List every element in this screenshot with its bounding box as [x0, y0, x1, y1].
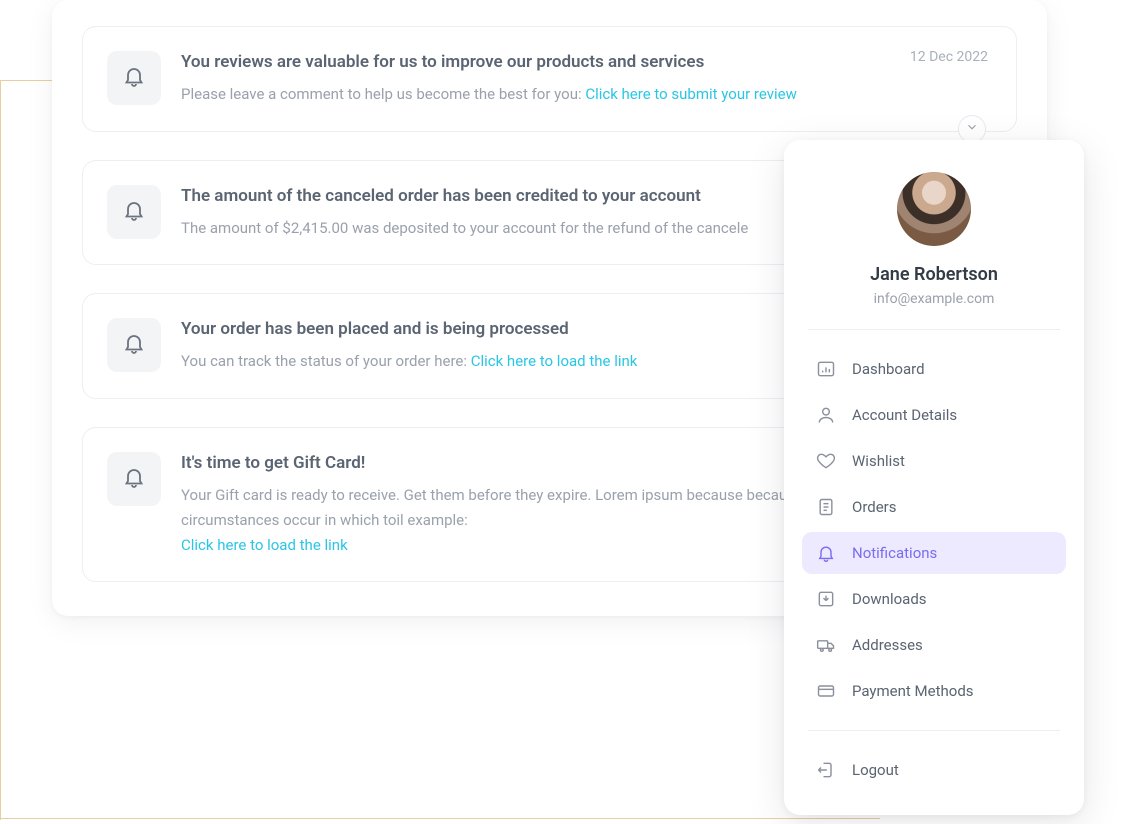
- notification-item: You reviews are valuable for us to impro…: [82, 26, 1017, 132]
- dashboard-icon: [816, 359, 836, 379]
- nav-label: Logout: [852, 761, 899, 779]
- notification-text-prefix: Please leave a comment to help us become…: [181, 85, 585, 103]
- bell-icon: [122, 198, 146, 226]
- notification-link[interactable]: Click here to load the link: [181, 536, 348, 554]
- bell-icon: [122, 331, 146, 359]
- nav-item-payment-methods[interactable]: Payment Methods: [802, 670, 1066, 712]
- bell-icon: [122, 64, 146, 92]
- nav-label: Wishlist: [852, 452, 905, 470]
- divider: [808, 730, 1060, 731]
- notification-text: Please leave a comment to help us become…: [181, 82, 988, 107]
- bell-icon-tile: [107, 185, 161, 239]
- chevron-down-icon: [965, 119, 979, 138]
- nav-label: Orders: [852, 498, 897, 516]
- divider: [808, 329, 1060, 330]
- nav-item-account-details[interactable]: Account Details: [802, 394, 1066, 436]
- nav-item-orders[interactable]: Orders: [802, 486, 1066, 528]
- nav-item-wishlist[interactable]: Wishlist: [802, 440, 1066, 482]
- bell-icon-tile: [107, 318, 161, 372]
- notification-link[interactable]: Click here to submit your review: [585, 85, 797, 103]
- nav-label: Payment Methods: [852, 682, 974, 700]
- avatar: [897, 172, 971, 246]
- notification-link[interactable]: Click here to load the link: [471, 352, 638, 370]
- bell-icon-tile: [107, 51, 161, 105]
- account-panel: Jane Robertson info@example.com Dashboar…: [784, 140, 1084, 815]
- expand-toggle-button[interactable]: [958, 115, 986, 143]
- nav-label: Downloads: [852, 590, 927, 608]
- decorative-frame-bottom: [0, 818, 880, 819]
- bell-icon-tile: [107, 452, 161, 506]
- nav-label: Notifications: [852, 544, 937, 562]
- download-icon: [816, 589, 836, 609]
- nav-item-addresses[interactable]: Addresses: [802, 624, 1066, 666]
- nav-item-notifications[interactable]: Notifications: [802, 532, 1066, 574]
- bell-icon: [122, 465, 146, 493]
- user-icon: [816, 405, 836, 425]
- logout-icon: [816, 760, 836, 780]
- nav-label: Addresses: [852, 636, 923, 654]
- notification-text-prefix: You can track the status of your order h…: [181, 352, 471, 370]
- notification-title: You reviews are valuable for us to impro…: [181, 51, 988, 74]
- orders-icon: [816, 497, 836, 517]
- nav-list: Dashboard Account Details Wishlist Order…: [802, 348, 1066, 712]
- notification-body: You reviews are valuable for us to impro…: [181, 51, 988, 107]
- user-name: Jane Robertson: [802, 264, 1066, 285]
- nav-item-dashboard[interactable]: Dashboard: [802, 348, 1066, 390]
- nav-item-logout[interactable]: Logout: [802, 749, 1066, 791]
- heart-icon: [816, 451, 836, 471]
- nav-label: Dashboard: [852, 360, 925, 378]
- card-icon: [816, 681, 836, 701]
- bell-icon: [816, 543, 836, 563]
- user-email: info@example.com: [802, 291, 1066, 307]
- notification-text-prefix: The amount of $2,415.00 was deposited to…: [181, 219, 748, 237]
- notification-date: 12 Dec 2022: [910, 49, 988, 65]
- nav-label: Account Details: [852, 406, 957, 424]
- truck-icon: [816, 635, 836, 655]
- nav-item-downloads[interactable]: Downloads: [802, 578, 1066, 620]
